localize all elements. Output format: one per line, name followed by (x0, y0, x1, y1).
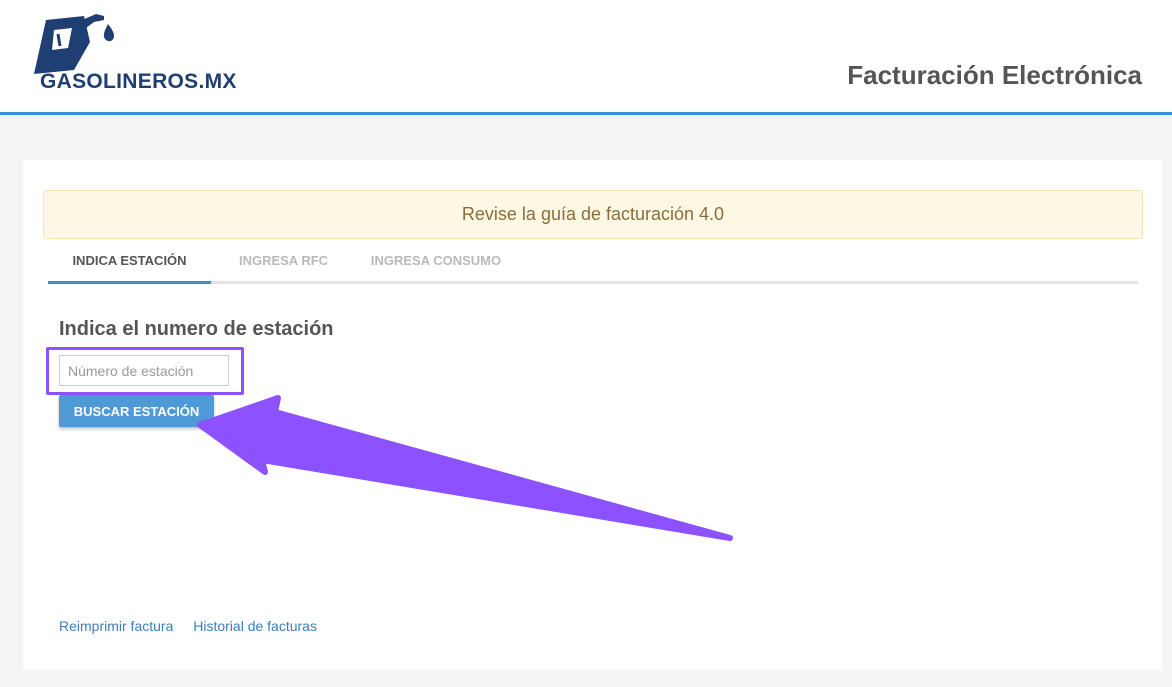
footer-links: Reimprimir factura Historial de facturas (59, 618, 333, 634)
step-heading: Indica el numero de estación (59, 318, 334, 340)
reprint-invoice-link[interactable]: Reimprimir factura (59, 618, 173, 634)
tab-indica-estacion[interactable]: INDICA ESTACIÓN (48, 240, 211, 281)
station-number-input[interactable] (59, 355, 229, 386)
page-title: Facturación Electrónica (847, 60, 1142, 90)
invoice-card: Revise la guía de facturación 4.0 INDICA… (23, 160, 1162, 670)
alert-text[interactable]: Revise la guía de facturación 4.0 (462, 204, 724, 225)
step-tabs: INDICA ESTACIÓN INGRESA RFC INGRESA CONS… (48, 240, 1138, 284)
brand-name: GASOLINEROS.MX (40, 70, 237, 93)
tab-ingresa-consumo[interactable]: INGRESA CONSUMO (362, 240, 510, 281)
tab-ingresa-rfc[interactable]: INGRESA RFC (226, 240, 341, 281)
search-station-button[interactable]: BUSCAR ESTACIÓN (59, 395, 214, 427)
guide-alert: Revise la guía de facturación 4.0 (43, 190, 1143, 239)
invoice-history-link[interactable]: Historial de facturas (193, 618, 317, 634)
site-header: GASOLINEROS.MX Facturación Electrónica (0, 0, 1172, 115)
active-tab-indicator (48, 281, 211, 284)
